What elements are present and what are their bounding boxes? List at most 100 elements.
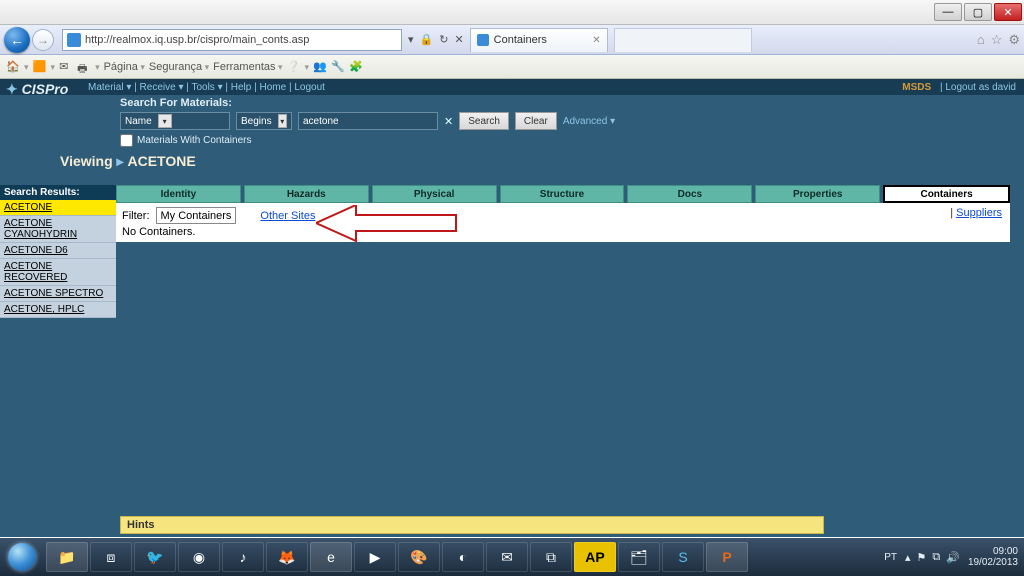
tab-properties[interactable]: Properties (755, 185, 880, 203)
menu-home[interactable]: Home (260, 82, 287, 93)
start-button[interactable] (0, 538, 44, 576)
other-sites-link[interactable]: Other Sites (260, 210, 315, 222)
empty-state: No Containers. (122, 226, 1004, 238)
mail-icon[interactable]: ✉ (59, 60, 73, 74)
task-app1[interactable]: ◐ (442, 542, 484, 572)
tray-up-icon[interactable]: ▴ (905, 551, 911, 564)
task-dropbox[interactable]: ⧈ (90, 542, 132, 572)
search-input[interactable]: acetone (298, 112, 438, 130)
window-maximize-button[interactable]: ▢ (964, 3, 992, 21)
task-itunes[interactable]: ♪ (222, 542, 264, 572)
search-area: Search For Materials: Name▾ Begins▾ acet… (0, 95, 1024, 147)
tab-physical[interactable]: Physical (372, 185, 497, 203)
msds-link[interactable]: MSDS (902, 82, 931, 93)
tools-icon[interactable]: ⚙ (1008, 32, 1020, 48)
stop-icon[interactable]: ✕ (454, 33, 463, 46)
nav-forward-button[interactable]: → (32, 29, 54, 51)
cispro-app: CISPro Material ▾ | Receive ▾ | Tools ▾ … (0, 79, 1024, 537)
page-menu[interactable]: Página (104, 61, 145, 73)
sidebar-item-acetone-d6[interactable]: ACETONE D6 (0, 243, 116, 259)
tab-containers[interactable]: Containers (883, 185, 1010, 203)
dropdown-icon[interactable]: ▾ (408, 33, 414, 46)
window-minimize-button[interactable]: — (934, 3, 962, 21)
sidebar-item-acetone-cyanohydrin[interactable]: ACETONE CYANOHYDRIN (0, 216, 116, 243)
help-icon[interactable]: ❔ (287, 60, 301, 74)
task-hummingbird[interactable]: 🐦 (134, 542, 176, 572)
sidebar-item-acetone-recovered[interactable]: ACETONE RECOVERED (0, 259, 116, 286)
hints-bar: Hints (120, 516, 824, 534)
task-firefox[interactable]: 🦊 (266, 542, 308, 572)
menu-receive[interactable]: Receive ▾ (140, 82, 184, 93)
home-dd-icon[interactable]: 🏠 (6, 60, 20, 74)
task-cmd[interactable]: ⧉ (530, 542, 572, 572)
task-thunderbird[interactable]: ✉ (486, 542, 528, 572)
tab-close-icon[interactable]: ✕ (592, 35, 600, 46)
menu-logout[interactable]: Logout (294, 82, 325, 93)
menu-tools[interactable]: Tools ▾ (191, 82, 222, 93)
addon3-icon[interactable]: 🧩 (349, 60, 363, 74)
task-wmp[interactable]: ▶ (354, 542, 396, 572)
home-icon[interactable]: ⌂ (977, 32, 985, 48)
print-dd[interactable] (95, 61, 100, 73)
suppliers-link[interactable]: Suppliers (956, 207, 1002, 219)
safety-menu[interactable]: Segurança (149, 61, 209, 73)
materials-with-containers-checkbox[interactable] (120, 134, 133, 147)
menu-help[interactable]: Help (231, 82, 252, 93)
task-paint[interactable]: 🎨 (398, 542, 440, 572)
tray-network-icon[interactable]: ⧉ (932, 551, 940, 564)
clear-input-icon[interactable]: ✕ (444, 115, 453, 128)
url-text: http://realmox.iq.usp.br/cispro/main_con… (85, 34, 309, 46)
app-logo: CISPro (6, 81, 68, 98)
tray-flag-icon[interactable]: ⚑ (917, 551, 927, 564)
tray-clock[interactable]: 09:00 19/02/2013 (968, 546, 1018, 568)
filter-label: Filter: (122, 210, 150, 222)
lang-indicator[interactable]: PT (884, 552, 897, 563)
addon1-icon[interactable]: 👥 (313, 60, 327, 74)
url-field[interactable]: http://realmox.iq.usp.br/cispro/main_con… (62, 29, 402, 51)
task-powerpoint[interactable]: P (706, 542, 748, 572)
search-results-sidebar: Search Results: ACETONE ACETONE CYANOHYD… (0, 185, 116, 537)
help-dd[interactable] (305, 61, 310, 73)
task-skype[interactable]: S (662, 542, 704, 572)
sidebar-item-acetone-spectro[interactable]: ACETONE SPECTRO (0, 286, 116, 302)
search-button[interactable]: Search (459, 112, 509, 130)
windows-orb-icon (8, 543, 36, 571)
tray-volume-icon[interactable]: 🔊 (946, 551, 960, 564)
nav-back-button[interactable]: ← (4, 27, 30, 53)
refresh-icon[interactable]: ↻ (439, 33, 448, 46)
feeds-icon[interactable]: 🟧 (33, 60, 47, 74)
app-header: CISPro Material ▾ | Receive ▾ | Tools ▾ … (0, 79, 1024, 95)
task-ie[interactable]: e (310, 542, 352, 572)
task-app2[interactable]: 🗂 (618, 542, 660, 572)
checkbox-label: Materials With Containers (137, 135, 251, 146)
tab-hazards[interactable]: Hazards (244, 185, 369, 203)
sidebar-item-acetone-hplc[interactable]: ACETONE, HPLC (0, 302, 116, 318)
tab-docs[interactable]: Docs (627, 185, 752, 203)
browser-tab-containers[interactable]: Containers ✕ (470, 28, 608, 52)
url-action-icons: ▾ 🔒 ↻ ✕ (408, 33, 464, 46)
print-icon[interactable]: 🖶 (77, 60, 91, 74)
tab-structure[interactable]: Structure (500, 185, 625, 203)
tools-menu[interactable]: Ferramentas (213, 61, 282, 73)
task-ap[interactable]: AP (574, 542, 616, 572)
window-close-button[interactable]: ✕ (994, 3, 1022, 21)
task-chrome[interactable]: ◉ (178, 542, 220, 572)
home-dd[interactable] (24, 61, 29, 73)
search-op-select[interactable]: Begins▾ (236, 112, 292, 130)
menu-material[interactable]: Material ▾ (88, 82, 131, 93)
filter-select[interactable]: My Containers (156, 207, 237, 224)
sidebar-item-acetone[interactable]: ACETONE (0, 200, 116, 216)
favorites-icon[interactable]: ☆ (991, 32, 1003, 48)
ie-favicon-icon (67, 33, 81, 47)
feeds-dd[interactable] (51, 61, 56, 73)
clear-button[interactable]: Clear (515, 112, 557, 130)
browser-tab-new[interactable] (614, 28, 752, 52)
containers-panel: | Suppliers Filter: My Containers Other … (116, 203, 1010, 242)
advanced-link[interactable]: Advanced ▾ (563, 116, 615, 127)
logout-as-link[interactable]: Logout as david (945, 82, 1016, 93)
tab-identity[interactable]: Identity (116, 185, 241, 203)
addon2-icon[interactable]: 🔧 (331, 60, 345, 74)
search-field-select[interactable]: Name▾ (120, 112, 230, 130)
content-tabs: Identity Hazards Physical Structure Docs… (116, 185, 1010, 203)
task-explorer[interactable]: 📁 (46, 542, 88, 572)
